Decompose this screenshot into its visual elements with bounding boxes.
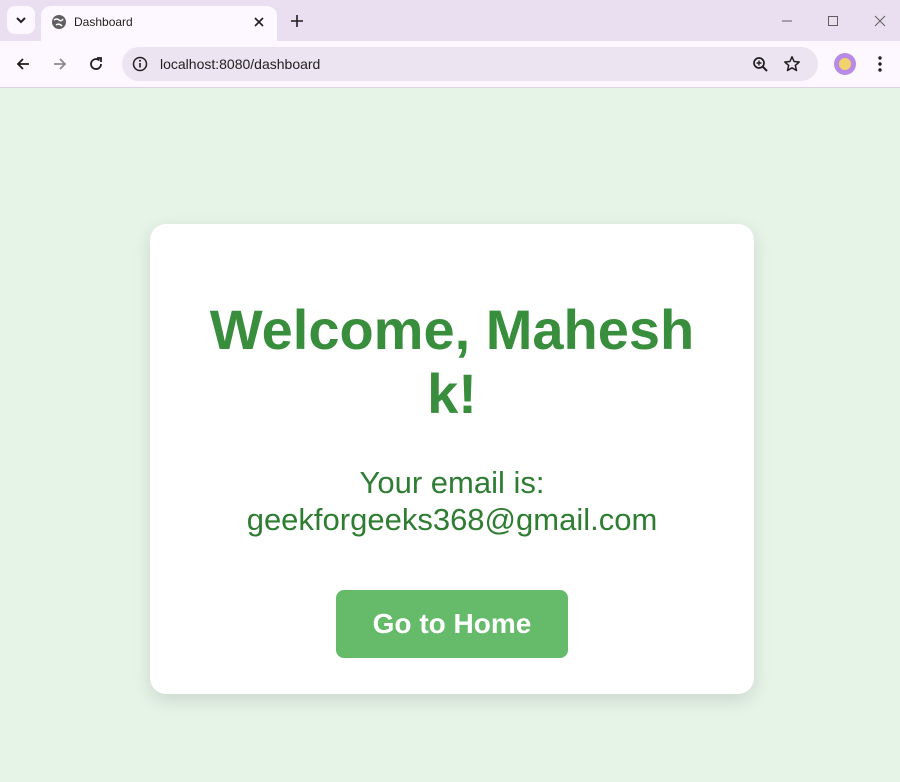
bookmark-button[interactable]: [782, 54, 802, 74]
email-info: Your email is: geekforgeeks368@gmail.com: [150, 464, 754, 538]
arrow-right-icon: [54, 58, 67, 70]
close-icon: [874, 15, 886, 27]
address-bar[interactable]: localhost:8080/dashboard: [122, 47, 818, 81]
chevron-down-icon: [16, 17, 26, 24]
address-url[interactable]: localhost:8080/dashboard: [160, 56, 320, 72]
go-home-button[interactable]: Go to Home: [336, 590, 568, 658]
zoom-button[interactable]: [750, 54, 770, 74]
zoom-in-icon: [752, 56, 768, 72]
tab-close-button[interactable]: [249, 12, 269, 32]
reload-button[interactable]: [83, 51, 109, 77]
plus-icon: [291, 15, 303, 27]
minimize-button[interactable]: [776, 10, 798, 32]
profile-avatar[interactable]: [834, 53, 856, 75]
page-viewport: Welcome, Mahesh k! Your email is: geekfo…: [0, 88, 900, 782]
email-label: Your email is:: [359, 465, 545, 500]
new-tab-button[interactable]: [285, 9, 309, 33]
tab-search-button[interactable]: [7, 6, 35, 34]
back-button[interactable]: [10, 51, 36, 77]
window-close-button[interactable]: [869, 10, 891, 32]
tab-strip: Dashboard: [0, 0, 900, 41]
info-icon: [132, 56, 148, 72]
dashboard-card: Welcome, Mahesh k! Your email is: geekfo…: [150, 224, 754, 694]
forward-button[interactable]: [47, 51, 73, 77]
more-vertical-icon: [878, 56, 882, 72]
maximize-button[interactable]: [822, 10, 844, 32]
browser-menu-button[interactable]: [869, 53, 891, 75]
browser-toolbar: localhost:8080/dashboard: [0, 41, 900, 88]
tab-dashboard[interactable]: Dashboard: [41, 6, 277, 41]
welcome-heading: Welcome, Mahesh k!: [209, 298, 695, 425]
tab-title: Dashboard: [74, 15, 133, 29]
site-info-button[interactable]: [130, 54, 150, 74]
email-value: geekforgeeks368@gmail.com: [246, 502, 658, 537]
maximize-icon: [828, 16, 838, 26]
reload-icon: [90, 57, 102, 70]
arrow-left-icon: [16, 58, 29, 70]
close-icon: [254, 17, 264, 27]
minimize-icon: [782, 20, 792, 22]
star-icon: [784, 56, 800, 72]
avatar-icon: [839, 58, 851, 70]
globe-icon: [52, 15, 66, 29]
